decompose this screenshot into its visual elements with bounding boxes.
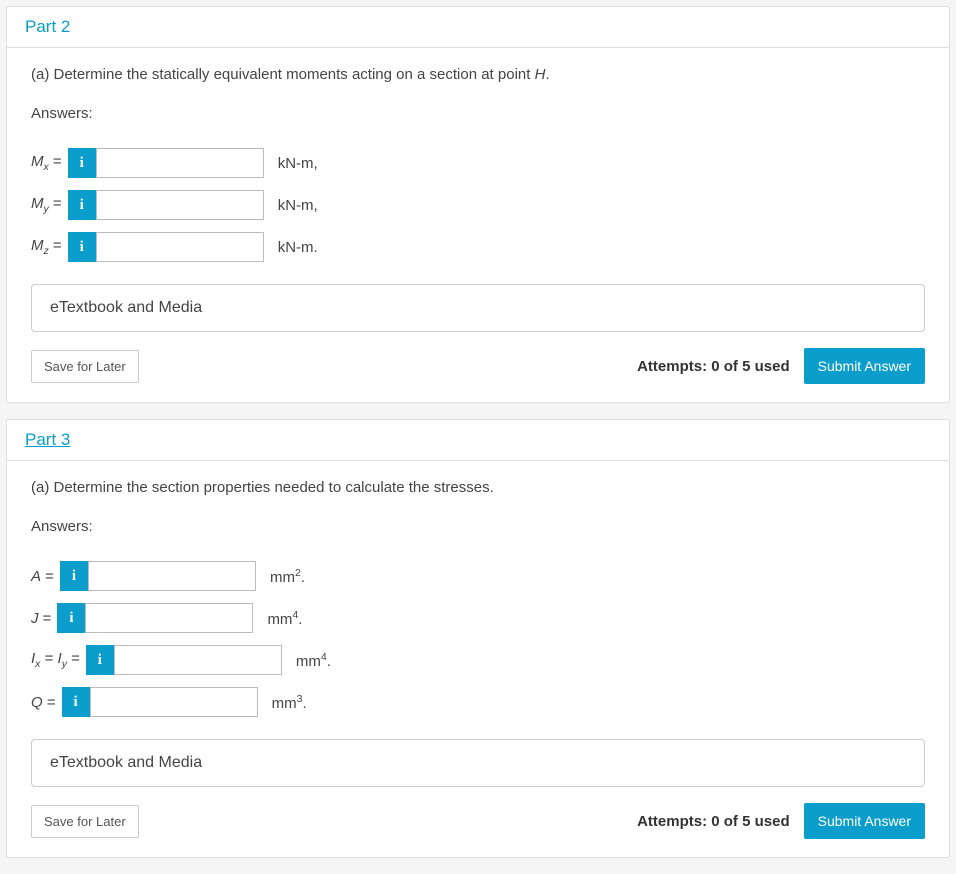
var-label-my: My = (31, 195, 62, 215)
input-my[interactable] (96, 190, 264, 220)
info-icon[interactable]: i (68, 190, 96, 220)
info-icon[interactable]: i (68, 232, 96, 262)
var-label-mz: Mz = (31, 237, 62, 257)
answer-row-q: Q = i mm3. (31, 687, 925, 717)
answer-row-a: A = i mm2. (31, 561, 925, 591)
part-2-question: (a) Determine the statically equivalent … (31, 66, 925, 83)
etextbook-button[interactable]: eTextbook and Media (31, 739, 925, 787)
info-icon[interactable]: i (86, 645, 114, 675)
part-3-header: Part 3 (7, 420, 949, 461)
unit-j: mm4. (267, 609, 302, 628)
unit-mz: kN-m. (278, 239, 318, 256)
unit-ixiy: mm4. (296, 651, 331, 670)
part-2-panel: Part 2 (a) Determine the statically equi… (6, 6, 950, 403)
unit-mx: kN-m, (278, 155, 318, 172)
save-for-later-button[interactable]: Save for Later (31, 805, 139, 838)
submit-answer-button[interactable]: Submit Answer (804, 803, 925, 839)
input-ixiy[interactable] (114, 645, 282, 675)
submit-answer-button[interactable]: Submit Answer (804, 348, 925, 384)
footer-row: Save for Later Attempts: 0 of 5 used Sub… (31, 803, 925, 839)
info-icon[interactable]: i (60, 561, 88, 591)
unit-q: mm3. (272, 693, 307, 712)
answer-row-mx: Mx = i kN-m, (31, 148, 925, 178)
info-icon[interactable]: i (68, 148, 96, 178)
footer-row: Save for Later Attempts: 0 of 5 used Sub… (31, 348, 925, 384)
part-3-question: (a) Determine the section properties nee… (31, 479, 925, 496)
input-mx[interactable] (96, 148, 264, 178)
part-2-body: (a) Determine the statically equivalent … (7, 48, 949, 402)
input-j[interactable] (85, 603, 253, 633)
answer-row-j: J = i mm4. (31, 603, 925, 633)
part-3-title-link[interactable]: Part 3 (25, 430, 70, 449)
part-2-title-link[interactable]: Part 2 (25, 17, 70, 36)
unit-my: kN-m, (278, 197, 318, 214)
input-mz[interactable] (96, 232, 264, 262)
var-label-q: Q = (31, 694, 56, 711)
part-3-body: (a) Determine the section properties nee… (7, 461, 949, 857)
answers-label: Answers: (31, 105, 925, 122)
answers-label: Answers: (31, 518, 925, 535)
answer-row-mz: Mz = i kN-m. (31, 232, 925, 262)
var-label-j: J = (31, 610, 51, 627)
part-2-header: Part 2 (7, 7, 949, 48)
answer-row-ixiy: Ix = Iy = i mm4. (31, 645, 925, 675)
input-a[interactable] (88, 561, 256, 591)
input-q[interactable] (90, 687, 258, 717)
var-label-a: A = (31, 568, 54, 585)
info-icon[interactable]: i (57, 603, 85, 633)
attempts-text: Attempts: 0 of 5 used (637, 358, 790, 375)
attempts-text: Attempts: 0 of 5 used (637, 813, 790, 830)
info-icon[interactable]: i (62, 687, 90, 717)
var-label-mx: Mx = (31, 153, 62, 173)
etextbook-button[interactable]: eTextbook and Media (31, 284, 925, 332)
question-suffix: . (545, 66, 549, 83)
save-for-later-button[interactable]: Save for Later (31, 350, 139, 383)
question-text: (a) Determine the statically equivalent … (31, 66, 535, 83)
answer-row-my: My = i kN-m, (31, 190, 925, 220)
part-3-panel: Part 3 (a) Determine the section propert… (6, 419, 950, 858)
var-label-ixiy: Ix = Iy = (31, 650, 80, 670)
right-actions: Attempts: 0 of 5 used Submit Answer (637, 803, 925, 839)
question-point: H (535, 66, 546, 83)
right-actions: Attempts: 0 of 5 used Submit Answer (637, 348, 925, 384)
unit-a: mm2. (270, 567, 305, 586)
